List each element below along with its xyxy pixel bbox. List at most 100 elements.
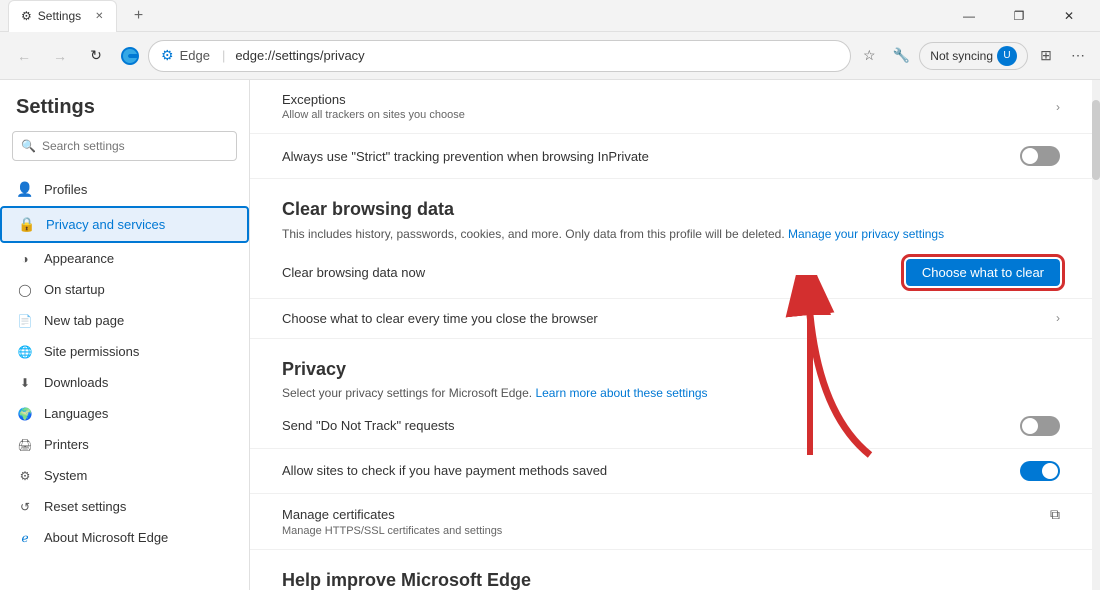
choose-every-time-row[interactable]: Choose what to clear every time you clos…: [250, 299, 1092, 339]
sidebar-item-permissions[interactable]: 🌐 Site permissions: [0, 336, 249, 367]
sidebar-item-about[interactable]: ℯ About Microsoft Edge: [0, 522, 249, 553]
main-layout: Settings 🔍 👤 Profiles 🔒 Privacy and serv…: [0, 80, 1100, 590]
strict-tracking-row: Always use "Strict" tracking prevention …: [250, 134, 1092, 179]
downloads-icon: ⬇: [16, 376, 34, 390]
strict-tracking-toggle[interactable]: [1020, 146, 1060, 166]
payment-toggle[interactable]: [1020, 461, 1060, 481]
scrollbar-thumb[interactable]: [1092, 100, 1100, 180]
sidebar-item-reset[interactable]: ↺ Reset settings: [0, 491, 249, 522]
sidebar-item-system[interactable]: ⚙ System: [0, 460, 249, 491]
manage-certs-label: Manage certificates: [282, 507, 395, 522]
sidebar-item-printers[interactable]: 🖨 Printers: [0, 429, 249, 460]
sidebar-item-label: Appearance: [44, 251, 114, 266]
newtab-icon: 📄: [16, 314, 34, 328]
help-header: Help improve Microsoft Edge You are in c…: [250, 550, 1092, 590]
back-button[interactable]: ←: [8, 40, 40, 72]
search-input[interactable]: [42, 139, 228, 153]
strict-tracking-label: Always use "Strict" tracking prevention …: [282, 149, 649, 164]
privacy-icon: 🔒: [18, 216, 36, 233]
exceptions-chevron: ›: [1056, 100, 1060, 114]
choose-what-to-clear-button[interactable]: Choose what to clear: [906, 259, 1060, 286]
sidebar-item-label: Site permissions: [44, 344, 139, 359]
choose-btn-wrapper: Choose what to clear: [906, 259, 1060, 286]
printers-icon: 🖨: [16, 438, 34, 452]
privacy-desc: Select your privacy settings for Microso…: [282, 386, 1060, 400]
sidebar-item-languages[interactable]: 🌍 Languages: [0, 398, 249, 429]
languages-icon: 🌍: [16, 407, 34, 421]
dnt-label: Send "Do Not Track" requests: [282, 418, 455, 433]
about-icon: ℯ: [16, 531, 34, 545]
system-icon: ⚙: [16, 469, 34, 483]
settings-title: Settings: [0, 88, 249, 131]
sidebar: Settings 🔍 👤 Profiles 🔒 Privacy and serv…: [0, 80, 250, 590]
settings-tab-icon: ⚙: [21, 9, 32, 23]
sidebar-item-label: Downloads: [44, 375, 108, 390]
exceptions-row[interactable]: Exceptions Allow all trackers on sites y…: [250, 80, 1092, 134]
clear-browsing-desc: This includes history, passwords, cookie…: [282, 226, 1060, 243]
choose-every-chevron: ›: [1056, 311, 1060, 325]
search-icon: 🔍: [21, 139, 36, 153]
url-text: edge://settings/privacy: [235, 48, 364, 63]
sidebar-item-label: Languages: [44, 406, 108, 421]
edge-domain: Edge: [180, 48, 210, 63]
favorites2-button[interactable]: 🔧: [887, 42, 915, 70]
clear-now-row: Clear browsing data now Choose what to c…: [250, 247, 1092, 299]
appearance-icon: ◑: [16, 252, 34, 266]
sidebar-item-privacy[interactable]: 🔒 Privacy and services: [0, 206, 249, 243]
sidebar-item-label: System: [44, 468, 87, 483]
edge-logo-icon: E: [120, 46, 140, 66]
content-area[interactable]: Exceptions Allow all trackers on sites y…: [250, 80, 1092, 590]
clear-browsing-title: Clear browsing data: [282, 199, 1060, 220]
favorites-button[interactable]: ☆: [855, 42, 883, 70]
payment-row: Allow sites to check if you have payment…: [250, 449, 1092, 494]
sidebar-item-label: New tab page: [44, 313, 124, 328]
restore-button[interactable]: ❐: [996, 0, 1042, 32]
manage-certs-row: Manage certificates ⧉ Manage HTTPS/SSL c…: [250, 494, 1092, 550]
minimize-button[interactable]: —: [946, 0, 992, 32]
sidebar-item-label: About Microsoft Edge: [44, 530, 168, 545]
dnt-toggle[interactable]: [1020, 416, 1060, 436]
search-box[interactable]: 🔍: [12, 131, 237, 161]
privacy-learn-link[interactable]: Learn more about these settings: [535, 386, 707, 400]
extensions-button[interactable]: ⊞: [1032, 42, 1060, 70]
tab-close-button[interactable]: ✕: [95, 11, 103, 22]
sidebar-item-profiles[interactable]: 👤 Profiles: [0, 173, 249, 206]
sidebar-item-startup[interactable]: ◯ On startup: [0, 274, 249, 305]
sync-label: Not syncing: [930, 49, 993, 63]
sidebar-item-label: Privacy and services: [46, 217, 165, 232]
refresh-button[interactable]: ↻: [80, 40, 112, 72]
close-button[interactable]: ✕: [1046, 0, 1092, 32]
reset-icon: ↺: [16, 500, 34, 514]
sidebar-item-label: On startup: [44, 282, 105, 297]
permissions-icon: 🌐: [16, 345, 34, 359]
sidebar-item-label: Profiles: [44, 182, 87, 197]
address-bar-row: ← → ↻ E ⚙ Edge | edge://settings/privacy…: [0, 32, 1100, 80]
more-button[interactable]: ⋯: [1064, 42, 1092, 70]
sidebar-item-label: Reset settings: [44, 499, 126, 514]
sidebar-item-newtab[interactable]: 📄 New tab page: [0, 305, 249, 336]
window-controls: — ❐ ✕: [946, 0, 1092, 32]
profiles-icon: 👤: [16, 181, 34, 198]
clear-browsing-header: Clear browsing data This includes histor…: [250, 179, 1092, 247]
new-tab-button[interactable]: +: [125, 2, 153, 30]
sidebar-item-appearance[interactable]: ◑ Appearance: [0, 243, 249, 274]
profile-avatar: U: [997, 46, 1017, 66]
sidebar-item-downloads[interactable]: ⬇ Downloads: [0, 367, 249, 398]
settings-tab[interactable]: ⚙ Settings ✕: [8, 0, 117, 32]
choose-every-label: Choose what to clear every time you clos…: [282, 311, 598, 326]
sync-button[interactable]: Not syncing U: [919, 42, 1028, 70]
edge-favicon: ⚙: [161, 47, 174, 64]
right-scrollbar[interactable]: [1092, 80, 1100, 590]
sidebar-item-label: Printers: [44, 437, 89, 452]
privacy-title: Privacy: [282, 359, 1060, 380]
settings-tab-label: Settings: [38, 9, 81, 23]
exceptions-label: Exceptions: [282, 92, 465, 107]
forward-button[interactable]: →: [44, 40, 76, 72]
dnt-row: Send "Do Not Track" requests: [250, 404, 1092, 449]
clear-now-label: Clear browsing data now: [282, 265, 425, 280]
external-link-icon[interactable]: ⧉: [1050, 506, 1060, 523]
manage-privacy-link[interactable]: Manage your privacy settings: [788, 227, 944, 241]
address-bar[interactable]: ⚙ Edge | edge://settings/privacy: [148, 40, 851, 72]
payment-label: Allow sites to check if you have payment…: [282, 463, 607, 478]
help-title: Help improve Microsoft Edge: [282, 570, 1060, 590]
